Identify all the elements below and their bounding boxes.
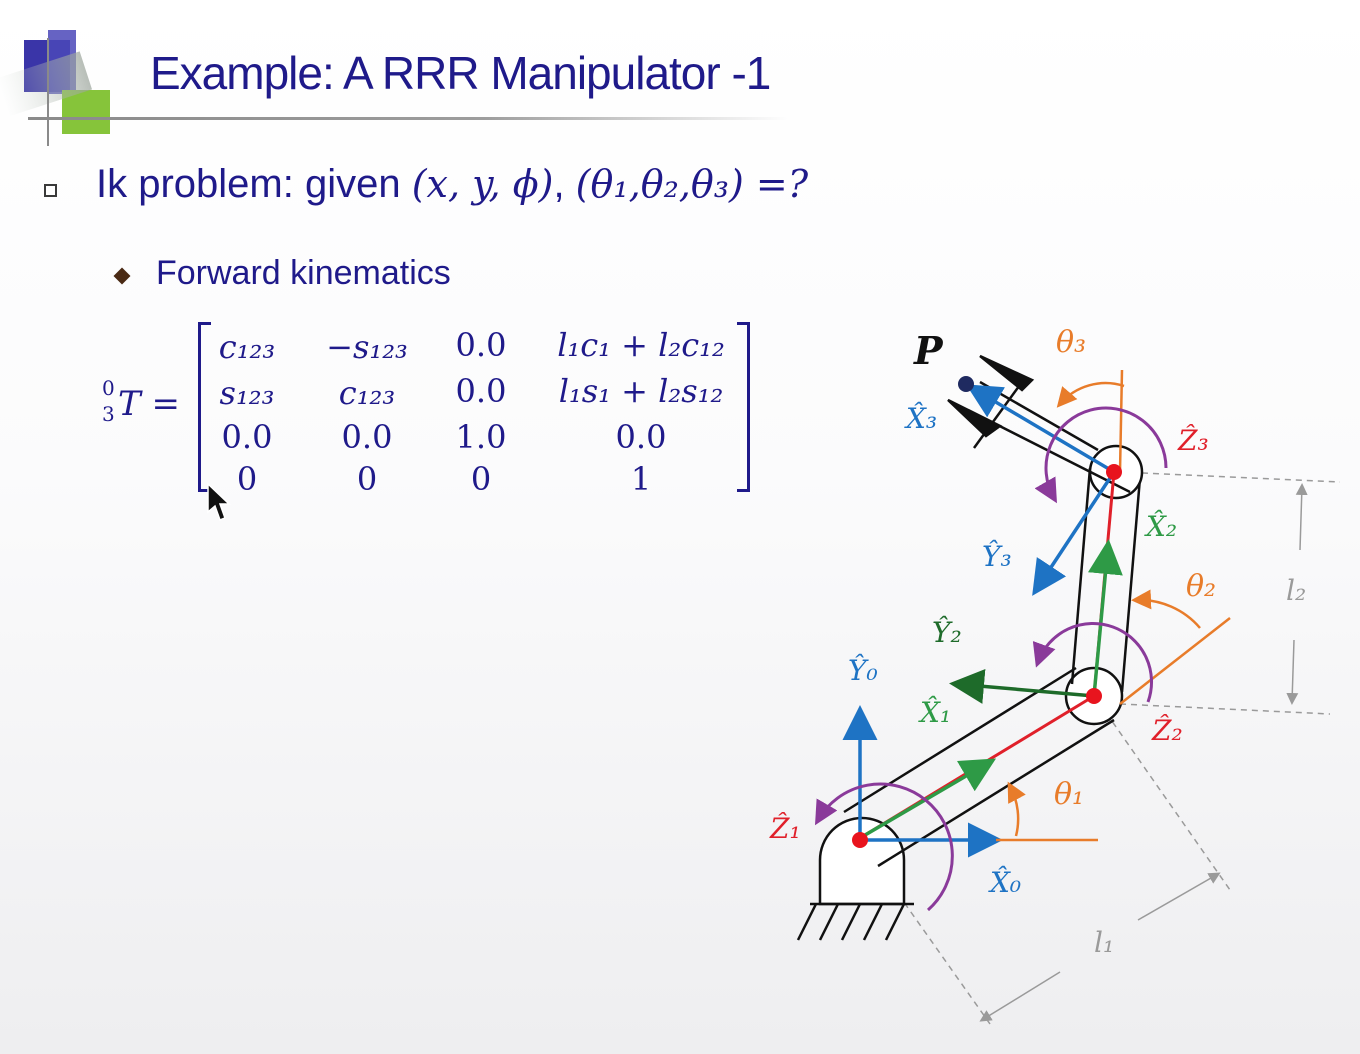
x0-axis-label: X̂₀ bbox=[988, 866, 1021, 899]
l2-length-label: l₂ bbox=[1286, 574, 1306, 607]
matrix-cell: −s₁₂₃ bbox=[326, 328, 408, 366]
matrix-cell: 0.0 bbox=[341, 418, 393, 456]
matrix-cell: 0.0 bbox=[221, 418, 273, 456]
matrix-lhs-symbol: T = bbox=[118, 384, 180, 424]
bullet-square-icon bbox=[44, 184, 57, 197]
ik-problem-text: Ik problem: given bbox=[96, 162, 412, 206]
rrr-manipulator-diagram: P θ₃ θ₂ θ₁ X̂₃ Ẑ₃ X̂₂ Ŷ₃ Ŷ₂ Ŷ₀ X̂₁ Ẑ₂ Ẑ₁… bbox=[769, 325, 1341, 1025]
matrix-cell: 1.0 bbox=[455, 418, 507, 456]
matrix-cell: c₁₂₃ bbox=[338, 374, 396, 412]
matrix-cell: 0 bbox=[470, 460, 492, 498]
end-point-p bbox=[958, 376, 974, 392]
x2-axis-label: X̂₂ bbox=[1144, 510, 1177, 543]
ik-problem-unknowns: (θ₁,θ₂,θ₃) =? bbox=[575, 162, 809, 206]
y0-axis-label: Ŷ₀ bbox=[848, 654, 878, 687]
z3-axis-label: Ẑ₃ bbox=[1177, 424, 1209, 457]
y2-axis-label: Ŷ₂ bbox=[932, 616, 962, 649]
z2-axis-label: Ẑ₂ bbox=[1151, 714, 1183, 747]
matrix-cell: 1 bbox=[630, 460, 652, 498]
theta1-label: θ₁ bbox=[1054, 777, 1084, 812]
matrix-cell: 0 bbox=[356, 460, 378, 498]
matrix-cell: l₁c₁ + l₂c₁₂ bbox=[557, 326, 725, 364]
frame-axes bbox=[842, 384, 1123, 858]
l1-length-label: l₁ bbox=[1094, 926, 1114, 959]
ik-problem-statement: Ik problem: given (x, y, ϕ), (θ₁,θ₂,θ₃) … bbox=[96, 162, 808, 207]
title-divider bbox=[28, 117, 788, 120]
length-arrows bbox=[979, 483, 1308, 1022]
ik-problem-separator: , bbox=[553, 162, 576, 206]
y3-axis-label: Ŷ₃ bbox=[982, 540, 1012, 573]
matrix-cell: 0 bbox=[236, 460, 258, 498]
slide-title: Example: A RRR Manipulator -1 bbox=[150, 47, 771, 99]
bullet-diamond-icon bbox=[113, 267, 131, 285]
z1-axis-label: Ẑ₁ bbox=[769, 812, 801, 845]
matrix-lhs-superscript: 0 bbox=[102, 376, 115, 400]
transform-matrix: c₁₂₃ −s₁₂₃ 0.0 l₁c₁ + l₂c₁₂ s₁₂₃ c₁₂₃ 0.… bbox=[198, 322, 750, 498]
matrix-cell: l₁s₁ + l₂s₁₂ bbox=[558, 372, 724, 410]
matrix-cell: 0.0 bbox=[455, 372, 507, 410]
point-p-label: P bbox=[913, 328, 944, 373]
theta3-label: θ₃ bbox=[1056, 325, 1086, 360]
matrix-cell: s₁₂₃ bbox=[219, 374, 275, 412]
sub-bullet-forward-kinematics: Forward kinematics bbox=[156, 254, 451, 292]
matrix-lhs-subscript: 3 bbox=[102, 402, 115, 426]
x3-axis-label: X̂₃ bbox=[904, 402, 937, 435]
matrix-cell: 0.0 bbox=[615, 418, 667, 456]
matrix-lhs: 0 3 T = bbox=[100, 376, 180, 426]
logo-graphic bbox=[0, 30, 110, 146]
matrix-cell: 0.0 bbox=[455, 326, 507, 364]
x1-axis-label: X̂₁ bbox=[918, 696, 951, 729]
mouse-pointer-icon bbox=[207, 482, 231, 521]
theta2-label: θ₂ bbox=[1186, 569, 1216, 604]
matrix-cell: c₁₂₃ bbox=[218, 328, 276, 366]
ik-problem-given: (x, y, ϕ) bbox=[411, 162, 554, 206]
